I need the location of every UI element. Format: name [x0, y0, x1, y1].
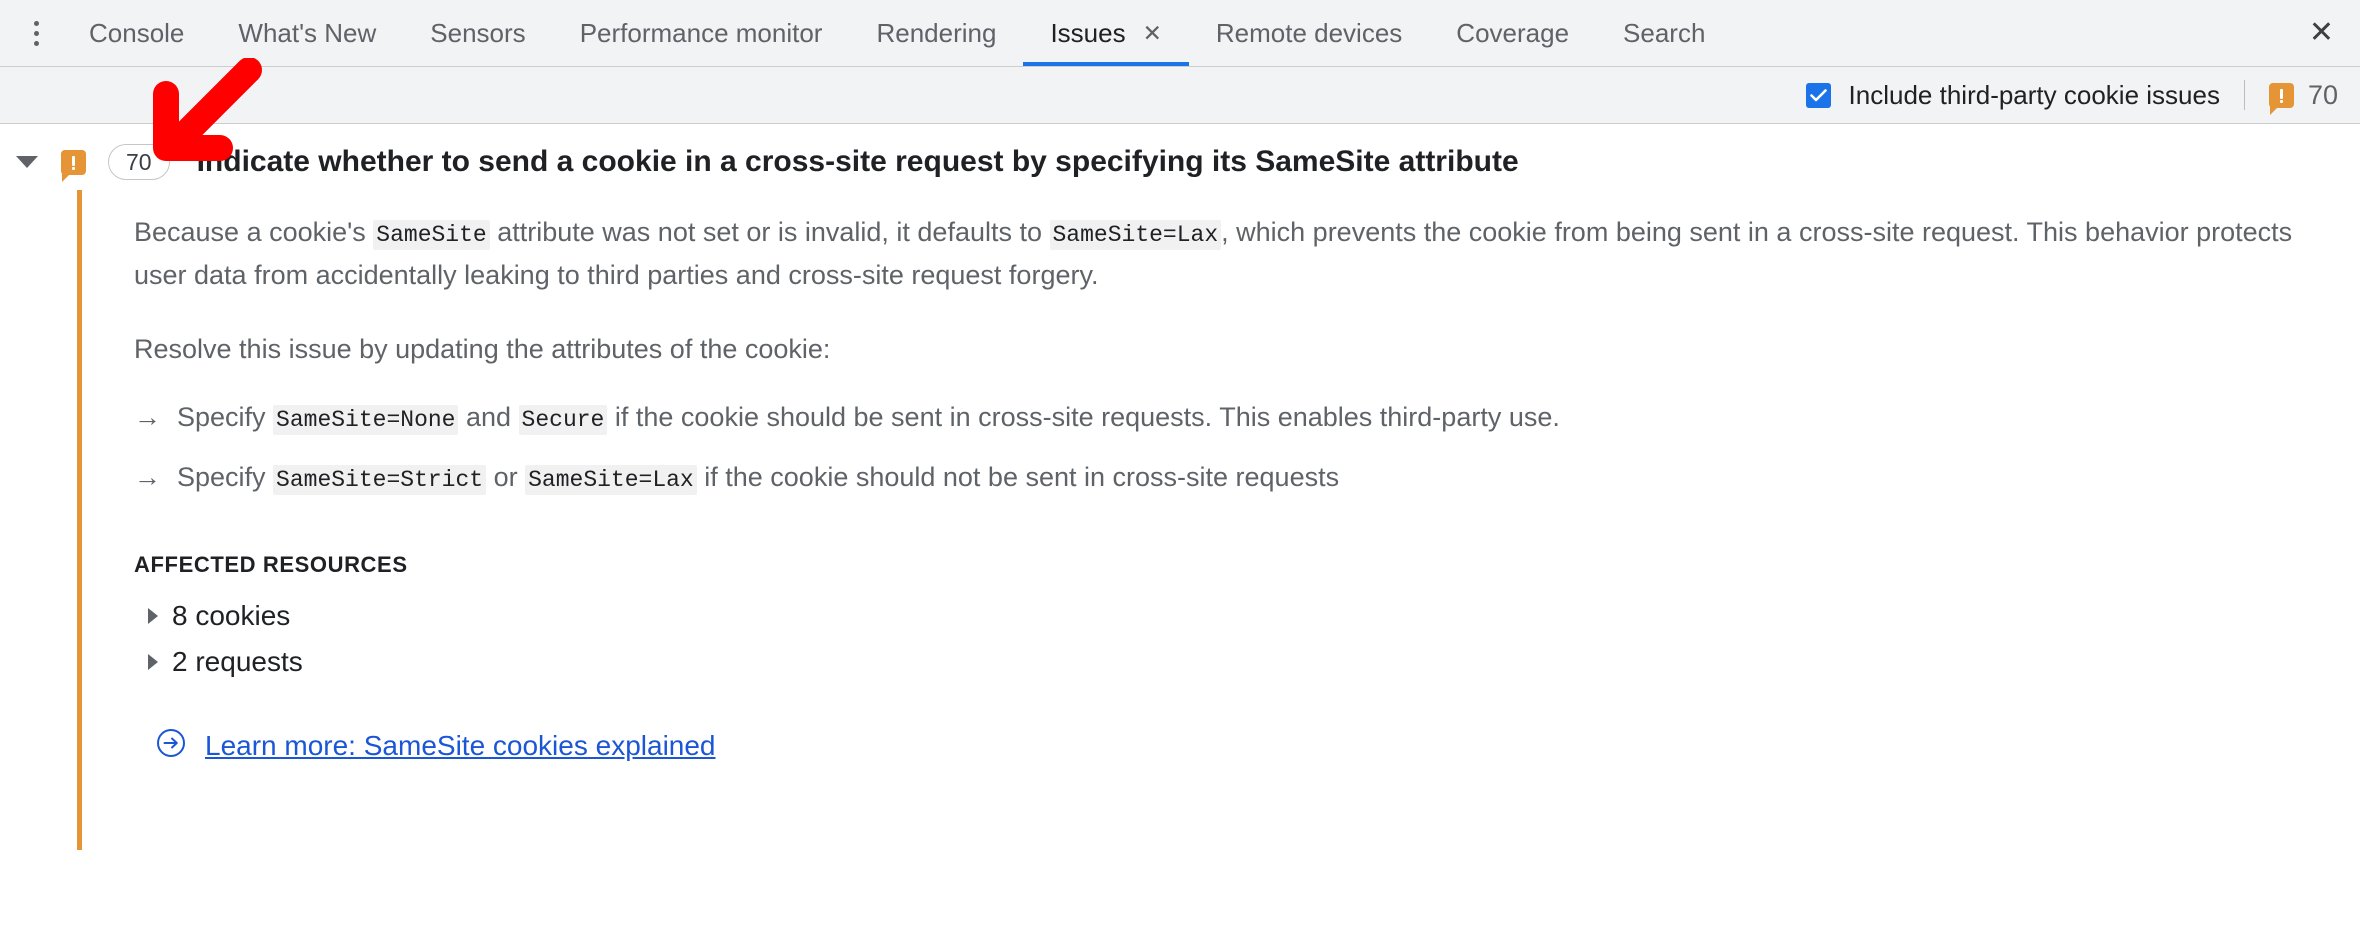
include-third-party-cookie-issues-checkbox[interactable]: Include third-party cookie issues	[1805, 79, 2220, 111]
inline-code-samesite-strict: SameSite=Strict	[273, 465, 487, 495]
bullet2-text-2: or	[486, 462, 526, 492]
bullet-text: Specify SameSite=None and Secure if the …	[177, 397, 1560, 440]
inline-code-samesite-lax: SameSite=Lax	[1049, 220, 1222, 250]
tab-list: Console What's New Sensors Performance m…	[62, 0, 1732, 66]
issue-body: Because a cookie's SameSite attribute wa…	[77, 190, 2360, 850]
tab-sensors[interactable]: Sensors	[403, 0, 552, 66]
chevron-down-icon[interactable]	[16, 156, 38, 168]
warning-dot	[2279, 99, 2283, 103]
more-vertical-icon[interactable]	[10, 20, 62, 46]
close-icon[interactable]: ✕	[2309, 18, 2334, 48]
tab-label: Issues	[1050, 17, 1126, 48]
chevron-right-icon[interactable]	[148, 654, 158, 670]
tab-coverage[interactable]: Coverage	[1429, 0, 1596, 66]
tab-label: Rendering	[876, 17, 997, 48]
desc-text-2: attribute was not set or is invalid, it …	[489, 217, 1050, 247]
desc-text-1: Because a cookie's	[134, 217, 374, 247]
devtools-tabstrip: Console What's New Sensors Performance m…	[0, 0, 2360, 67]
arrow-right-icon: →	[134, 402, 161, 432]
issues-filter-toolbar: Include third-party cookie issues 70	[0, 67, 2360, 124]
arrow-right-icon: →	[134, 462, 161, 492]
dot	[33, 20, 39, 26]
issue-title: Indicate whether to send a cookie in a c…	[196, 145, 1519, 178]
learn-more-row[interactable]: Learn more: SameSite cookies explained	[156, 728, 2360, 763]
arrow-circle-right-icon	[156, 728, 186, 763]
issue-resolve-paragraph: Resolve this issue by updating the attri…	[134, 334, 831, 364]
dot	[33, 40, 39, 46]
issue-header-row[interactable]: 70 Indicate whether to send a cookie in …	[0, 134, 2360, 190]
tab-label: Search	[1623, 17, 1706, 48]
tab-label: What's New	[238, 17, 377, 48]
warning-bang	[2279, 88, 2283, 99]
issue-count-badge: 70	[108, 143, 170, 181]
tab-label: Sensors	[430, 17, 526, 48]
tab-label: Console	[89, 17, 185, 48]
warning-icon	[2268, 82, 2294, 115]
affected-resources-heading: AFFECTED RESOURCES	[134, 552, 408, 577]
tab-label: Remote devices	[1215, 17, 1403, 48]
warning-icon	[61, 149, 86, 182]
tab-rendering[interactable]: Rendering	[849, 0, 1023, 66]
resource-label: 2 requests	[172, 646, 303, 677]
inline-code-samesite: SameSite	[373, 220, 490, 250]
issue-description-paragraph: Because a cookie's SameSite attribute wa…	[134, 212, 2314, 295]
inline-code-secure: Secure	[518, 405, 608, 435]
tab-issues[interactable]: Issues ✕	[1023, 0, 1190, 66]
tab-search[interactable]: Search	[1596, 0, 1732, 66]
warning-count-group: 70	[2268, 79, 2338, 115]
tab-performance-monitor[interactable]: Performance monitor	[553, 0, 850, 66]
warning-bang	[72, 155, 75, 166]
bullet1-text-3: if the cookie should be sent in cross-si…	[607, 402, 1560, 432]
affected-resource-requests[interactable]: 2 requests	[148, 646, 2360, 678]
bullet2-text-1: Specify	[177, 462, 274, 492]
inline-code-samesite-lax: SameSite=Lax	[525, 465, 697, 495]
tab-close-icon[interactable]: ✕	[1143, 21, 1162, 45]
bullet1-text-2: and	[458, 402, 519, 432]
bullet1-text-1: Specify	[177, 402, 274, 432]
tab-remote-devices[interactable]: Remote devices	[1189, 0, 1429, 66]
dot	[33, 30, 39, 36]
chevron-right-icon[interactable]	[148, 608, 158, 624]
checkbox-label: Include third-party cookie issues	[1848, 79, 2220, 110]
learn-more-link[interactable]: Learn more: SameSite cookies explained	[205, 730, 716, 762]
resource-label: 8 cookies	[172, 600, 291, 631]
bullet-text: Specify SameSite=Strict or SameSite=Lax …	[177, 457, 1339, 500]
tab-label: Coverage	[1456, 17, 1570, 48]
tab-console[interactable]: Console	[62, 0, 211, 66]
affected-resource-cookies[interactable]: 8 cookies	[148, 600, 2360, 632]
tab-whats-new[interactable]: What's New	[211, 0, 403, 66]
warning-count: 70	[2307, 79, 2338, 110]
inline-code-samesite-none: SameSite=None	[273, 405, 459, 435]
warning-dot	[72, 166, 75, 170]
bullet2-text-3: if the cookie should not be sent in cros…	[696, 462, 1340, 492]
resolution-bullet-2: → Specify SameSite=Strict or SameSite=La…	[134, 457, 2360, 500]
toolbar-divider	[2243, 80, 2245, 110]
tab-label: Performance monitor	[579, 17, 823, 48]
resolution-bullet-1: → Specify SameSite=None and Secure if th…	[134, 397, 2360, 440]
checkbox-checked-icon	[1805, 82, 1831, 108]
